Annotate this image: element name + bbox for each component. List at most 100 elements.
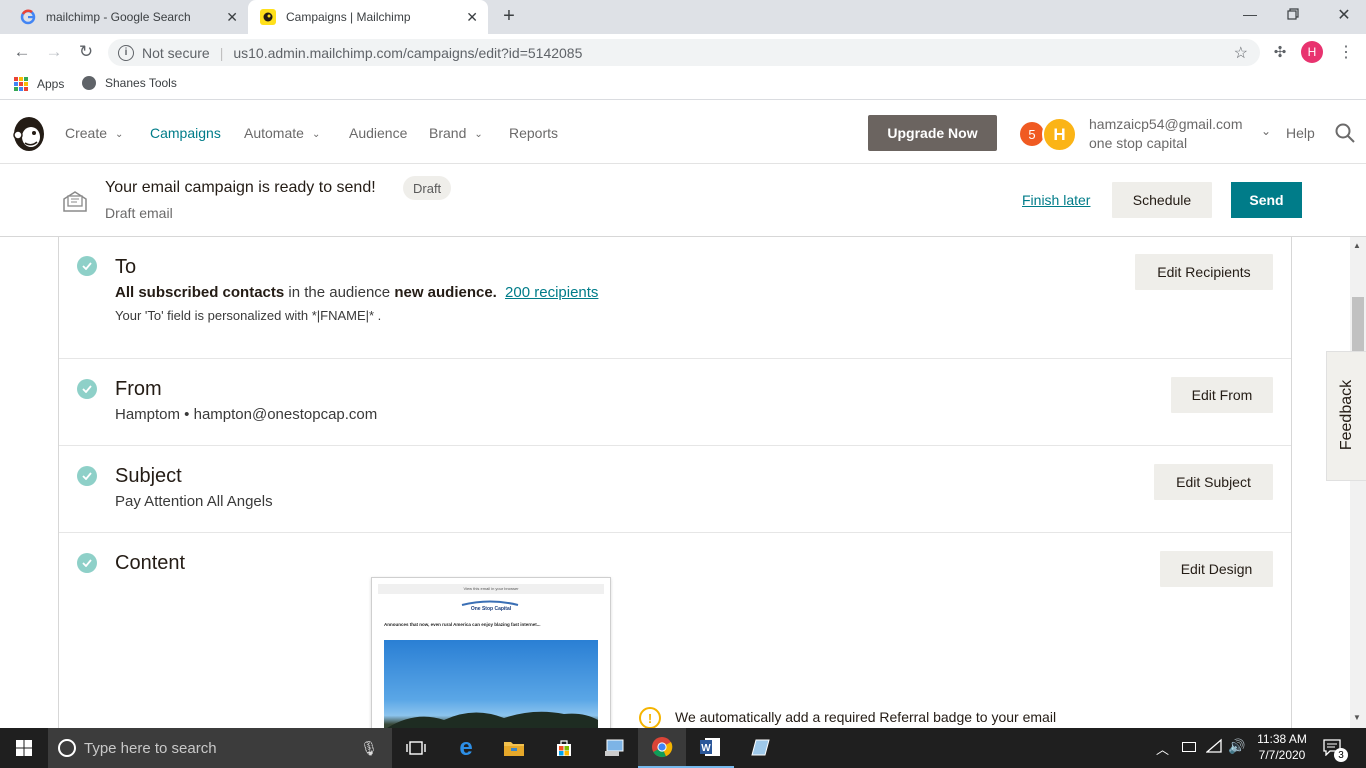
feedback-label: Feedback [1338, 379, 1355, 451]
chrome-taskbar-icon[interactable] [638, 728, 686, 768]
scroll-up-arrow-icon[interactable]: ▲ [1353, 241, 1361, 250]
network-drive-icon[interactable] [590, 728, 638, 768]
warning-icon: ! [639, 707, 661, 728]
email-preview-thumbnail[interactable]: View this email in your browser One Stop… [371, 577, 611, 728]
new-tab-button[interactable]: + [498, 5, 520, 27]
account-menu[interactable]: hamzaicp54@gmail.com one stop capital ⌄ [1089, 116, 1274, 151]
to-section: To All subscribed contacts in the audien… [59, 237, 1291, 359]
preview-top-bar: View this email in your browser [378, 584, 604, 594]
checklist-panel: To All subscribed contacts in the audien… [58, 237, 1292, 728]
mailchimp-header: Create ⌄ Campaigns Automate ⌄ Audience Bra… [0, 102, 1366, 164]
send-button[interactable]: Send [1231, 182, 1302, 218]
scroll-down-arrow-icon[interactable]: ▼ [1353, 713, 1361, 722]
check-icon [77, 466, 97, 486]
minimize-window-icon[interactable]: — [1240, 6, 1260, 26]
reload-icon[interactable]: ↻ [74, 40, 98, 64]
nav-reports[interactable]: Reports [509, 125, 558, 141]
back-icon[interactable]: ← [10, 40, 34, 64]
content-section: Content Edit Design View this email in y… [59, 533, 1291, 728]
url-text[interactable]: us10.admin.mailchimp.com/campaigns/edit?… [233, 45, 582, 61]
bookmark-apps[interactable]: Apps [14, 77, 64, 91]
to-description: All subscribed contacts in the audience … [115, 284, 599, 301]
app-taskbar-icon[interactable] [736, 728, 784, 768]
bookmark-shanes-tools[interactable]: Shanes Tools [82, 76, 177, 90]
referral-badge-notice: We automatically add a required Referral… [675, 709, 1057, 725]
edit-subject-button[interactable]: Edit Subject [1154, 464, 1273, 500]
to-personalization-note: Your 'To' field is personalized with *|F… [115, 308, 382, 323]
check-icon [77, 256, 97, 276]
edit-design-button[interactable]: Edit Design [1160, 551, 1273, 587]
task-view-icon[interactable] [392, 728, 440, 768]
mailchimp-logo-icon[interactable] [10, 113, 48, 153]
clock-date: 7/7/2020 [1258, 748, 1306, 762]
browser-toolbar: ← → ↻ i Not secure | us10.admin.mailchim… [0, 34, 1366, 70]
edit-from-button[interactable]: Edit From [1171, 377, 1273, 413]
nav-brand[interactable]: Brand ⌄ [429, 125, 483, 141]
account-email: hamzaicp54@gmail.com [1089, 116, 1243, 132]
bookmarks-bar: Apps Shanes Tools [0, 70, 1366, 100]
chevron-down-icon: ⌄ [311, 129, 321, 140]
close-tab-icon[interactable]: ✕ [466, 9, 478, 26]
tab-google-search[interactable]: mailchimp - Google Search ✕ [8, 0, 248, 34]
battery-icon[interactable] [1182, 742, 1196, 752]
campaign-checklist: To All subscribed contacts in the audien… [0, 237, 1366, 728]
feedback-tab[interactable]: Feedback [1326, 351, 1366, 481]
close-tab-icon[interactable]: ✕ [226, 9, 238, 26]
address-bar[interactable]: i Not secure | us10.admin.mailchimp.com/… [108, 39, 1260, 66]
taskbar-search-placeholder: Type here to search [84, 739, 217, 757]
volume-icon[interactable]: 🔊 [1228, 738, 1245, 755]
microphone-icon[interactable]: 🎙 [360, 740, 378, 757]
wifi-icon[interactable] [1205, 738, 1222, 754]
edit-recipients-button[interactable]: Edit Recipients [1135, 254, 1273, 290]
microsoft-store-icon[interactable] [540, 728, 588, 768]
info-icon[interactable]: i [118, 44, 134, 61]
nav-audience[interactable]: Audience [349, 125, 407, 141]
taskbar-search-box[interactable]: Type here to search 🎙 [48, 728, 392, 768]
page-scrollbar[interactable]: ▲ ▼ [1350, 237, 1366, 728]
from-section: From Hamptom • hampton@onestopcap.com Ed… [59, 359, 1291, 446]
notification-badge[interactable]: 5 [1020, 122, 1044, 146]
tab-campaigns[interactable]: Campaigns | Mailchimp ✕ [248, 0, 488, 34]
nav-create[interactable]: Create ⌄ [65, 125, 123, 141]
chevron-down-icon: ⌄ [1261, 124, 1272, 138]
extensions-icon[interactable]: ✣ [1268, 40, 1292, 64]
search-icon[interactable] [1334, 122, 1356, 144]
from-title: From [115, 378, 162, 400]
clock[interactable]: 11:38 AM 7/7/2020 [1252, 731, 1312, 763]
nav-automate[interactable]: Automate ⌄ [244, 125, 320, 141]
globe-icon [82, 76, 96, 90]
scrollbar-thumb[interactable] [1352, 297, 1364, 351]
show-hidden-icons-chevron-icon[interactable]: ︿ [1156, 739, 1169, 758]
preview-hero-image [384, 640, 598, 728]
check-icon [77, 379, 97, 399]
recipients-link[interactable]: 200 recipients [505, 284, 598, 301]
security-label[interactable]: Not secure [142, 45, 210, 61]
email-draft-icon [62, 188, 88, 214]
finish-later-link[interactable]: Finish later [1022, 192, 1090, 208]
preview-logo: One Stop Capital [460, 600, 522, 612]
chrome-menu-icon[interactable]: ⋮ [1334, 40, 1358, 64]
edge-browser-icon[interactable]: e [442, 728, 490, 768]
profile-avatar[interactable]: H [1301, 41, 1323, 63]
forward-icon[interactable]: → [42, 40, 66, 64]
notification-count-badge: 3 [1334, 748, 1348, 762]
preview-headline: Announces that now, even rural America c… [384, 622, 541, 627]
tab-title: mailchimp - Google Search [46, 10, 191, 24]
bookmark-star-icon[interactable]: ☆ [1234, 43, 1248, 63]
chevron-down-icon: ⌄ [474, 129, 483, 140]
word-taskbar-icon[interactable]: W [686, 728, 734, 768]
windows-start-icon[interactable] [0, 728, 48, 768]
draft-status-badge: Draft [403, 176, 452, 200]
account-avatar[interactable]: H [1042, 117, 1077, 152]
upgrade-now-button[interactable]: Upgrade Now [868, 115, 997, 151]
google-icon [20, 9, 36, 25]
restore-window-icon[interactable] [1286, 7, 1306, 27]
file-explorer-icon[interactable] [490, 728, 538, 768]
close-window-icon[interactable]: ✕ [1334, 5, 1354, 25]
schedule-button[interactable]: Schedule [1112, 182, 1212, 218]
nav-help[interactable]: Help [1286, 125, 1315, 141]
campaign-ready-title: Your email campaign is ready to send! [105, 179, 376, 196]
subject-section: Subject Pay Attention All Angels Edit Su… [59, 446, 1291, 533]
nav-campaigns[interactable]: Campaigns [150, 125, 221, 141]
subject-title: Subject [115, 465, 182, 487]
